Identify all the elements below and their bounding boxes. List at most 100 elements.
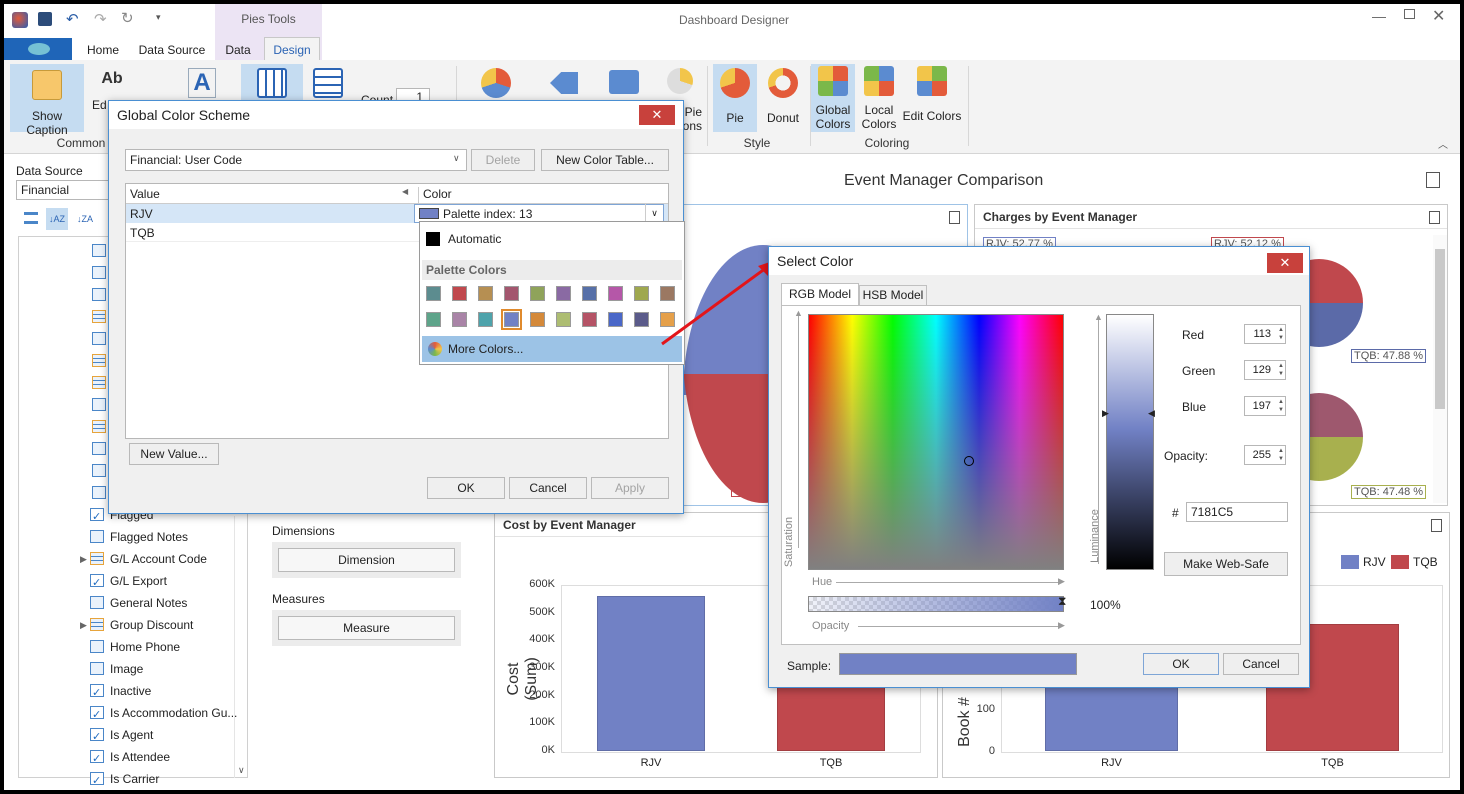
undo-icon[interactable]: ↶: [66, 10, 79, 28]
column-color-header[interactable]: Color: [418, 187, 452, 204]
palette-swatch[interactable]: [478, 312, 493, 327]
save-icon[interactable]: [38, 12, 52, 26]
field-item[interactable]: ▶ G/L Account Code: [80, 548, 207, 570]
tab-data[interactable]: Data: [222, 40, 254, 60]
luminance-thumb-left[interactable]: ▶: [1102, 408, 1109, 419]
more-colors-option[interactable]: More Colors...: [422, 336, 682, 362]
new-value-button[interactable]: New Value...: [129, 443, 219, 465]
palette-swatch[interactable]: [556, 312, 571, 327]
tab-data-source[interactable]: Data Source: [138, 40, 206, 60]
palette-swatch[interactable]: [426, 286, 441, 301]
close-dialog-button[interactable]: ✕: [639, 105, 675, 125]
layout-columns-button[interactable]: [241, 64, 303, 104]
pie-style-button[interactable]: Pie: [713, 64, 757, 132]
blue-input[interactable]: 197: [1244, 396, 1286, 416]
field-item[interactable]: Image: [90, 658, 143, 680]
hue-saturation-field[interactable]: [808, 314, 1064, 570]
charges-scrollbar[interactable]: [1433, 235, 1447, 503]
palette-swatch[interactable]: [530, 312, 545, 327]
field-item[interactable]: ▶ Group Discount: [80, 614, 193, 636]
maximize-button[interactable]: [1404, 9, 1415, 19]
palette-swatch[interactable]: [608, 312, 623, 327]
palette-swatch[interactable]: [634, 286, 649, 301]
apply-button[interactable]: Apply: [591, 477, 669, 499]
field-item[interactable]: Is Accommodation Gu...: [90, 702, 237, 726]
green-input[interactable]: 129: [1244, 360, 1286, 380]
scroll-thumb[interactable]: [1435, 249, 1445, 409]
measure-drop-zone[interactable]: Measure: [272, 610, 461, 646]
palette-swatch[interactable]: [426, 312, 441, 327]
field-item[interactable]: Is Carrier: [90, 768, 159, 790]
field-item[interactable]: Is Agent: [90, 724, 153, 748]
palette-swatch[interactable]: [530, 286, 545, 301]
tab-hsb-model[interactable]: HSB Model: [859, 285, 927, 305]
cancel-button[interactable]: Cancel: [1223, 653, 1299, 675]
ok-button[interactable]: OK: [1143, 653, 1219, 675]
dimension-button[interactable]: Dimension: [278, 548, 455, 572]
layout-rows-button[interactable]: [310, 64, 346, 104]
field-item[interactable]: G/L Export: [90, 570, 167, 594]
field-item[interactable]: Flagged Notes: [90, 526, 188, 548]
collapse-all-icon[interactable]: [24, 212, 38, 224]
opacity-input[interactable]: 255: [1244, 445, 1286, 465]
global-colors-button[interactable]: Global Colors: [811, 64, 855, 132]
field-list-scrollbar[interactable]: ∨: [234, 516, 248, 778]
field-item[interactable]: Is Attendee: [90, 746, 170, 770]
pie-arrange-button[interactable]: [476, 64, 516, 104]
field-item[interactable]: Inactive: [90, 680, 151, 704]
tab-rgb-model[interactable]: RGB Model: [781, 283, 859, 305]
cancel-button[interactable]: Cancel: [509, 477, 587, 499]
color-picker-cursor[interactable]: [964, 456, 974, 466]
show-caption-button[interactable]: Show Caption: [10, 64, 84, 137]
edit-colors-button[interactable]: Edit Colors: [902, 64, 962, 132]
customize-icon[interactable]: ▾: [156, 12, 161, 23]
red-input[interactable]: 113: [1244, 324, 1286, 344]
palette-swatch[interactable]: [452, 286, 467, 301]
close-dialog-button[interactable]: ✕: [1267, 253, 1303, 273]
donut-style-button[interactable]: Donut: [759, 64, 807, 132]
palette-swatch[interactable]: [504, 286, 519, 301]
minimize-button[interactable]: —: [1372, 8, 1386, 24]
local-colors-button[interactable]: Local Colors: [857, 64, 901, 132]
luminance-thumb-right[interactable]: ◀: [1148, 408, 1155, 419]
palette-swatch[interactable]: [582, 286, 597, 301]
export-dashboard-icon[interactable]: [1426, 172, 1440, 188]
palette-swatch[interactable]: [452, 312, 467, 327]
palette-swatch[interactable]: [634, 312, 649, 327]
new-color-table-button[interactable]: New Color Table...: [541, 149, 669, 171]
opacity-thumb[interactable]: ⧗: [1058, 594, 1066, 609]
tab-home[interactable]: Home: [82, 40, 124, 60]
expand-icon[interactable]: ▶: [80, 614, 87, 636]
sort-za-icon[interactable]: ↓ZA: [74, 208, 96, 230]
close-window-button[interactable]: ✕: [1432, 6, 1445, 26]
ok-button[interactable]: OK: [427, 477, 505, 499]
bar-rjv[interactable]: [597, 596, 705, 751]
luminance-slider[interactable]: [1106, 314, 1154, 570]
measure-button[interactable]: Measure: [278, 616, 455, 640]
palette-swatch[interactable]: [478, 286, 493, 301]
sort-az-icon[interactable]: ↓AZ: [46, 208, 68, 230]
palette-swatch[interactable]: [608, 286, 623, 301]
automatic-option[interactable]: Automatic: [448, 232, 501, 246]
redo-icon[interactable]: ↷: [94, 10, 107, 28]
text-style-button[interactable]: A: [184, 64, 220, 104]
data-source-select[interactable]: Financial: [16, 180, 116, 200]
collapse-ribbon-icon[interactable]: ︿: [1438, 136, 1448, 151]
cell-dropdown-icon[interactable]: ∨: [645, 204, 663, 222]
export-panel-icon[interactable]: [949, 211, 960, 224]
opacity-slider[interactable]: [808, 596, 1064, 612]
palette-swatch[interactable]: [582, 312, 597, 327]
palette-swatch[interactable]: [501, 309, 522, 330]
tooltip-button[interactable]: [604, 64, 644, 104]
export-panel-icon[interactable]: [1429, 211, 1440, 224]
hex-input[interactable]: 7181C5: [1186, 502, 1288, 522]
column-value-header[interactable]: Value: [130, 187, 160, 201]
file-menu-button[interactable]: [4, 38, 72, 60]
dropdown-icon[interactable]: ∨: [453, 153, 460, 164]
field-item[interactable]: Home Phone: [90, 636, 180, 658]
expand-icon[interactable]: ▶: [80, 548, 87, 570]
pie-label-position-button[interactable]: [544, 64, 584, 104]
color-table-select[interactable]: Financial: User Code: [125, 149, 467, 171]
dimension-drop-zone[interactable]: Dimension: [272, 542, 461, 578]
refresh-icon[interactable]: ↻: [121, 9, 134, 27]
